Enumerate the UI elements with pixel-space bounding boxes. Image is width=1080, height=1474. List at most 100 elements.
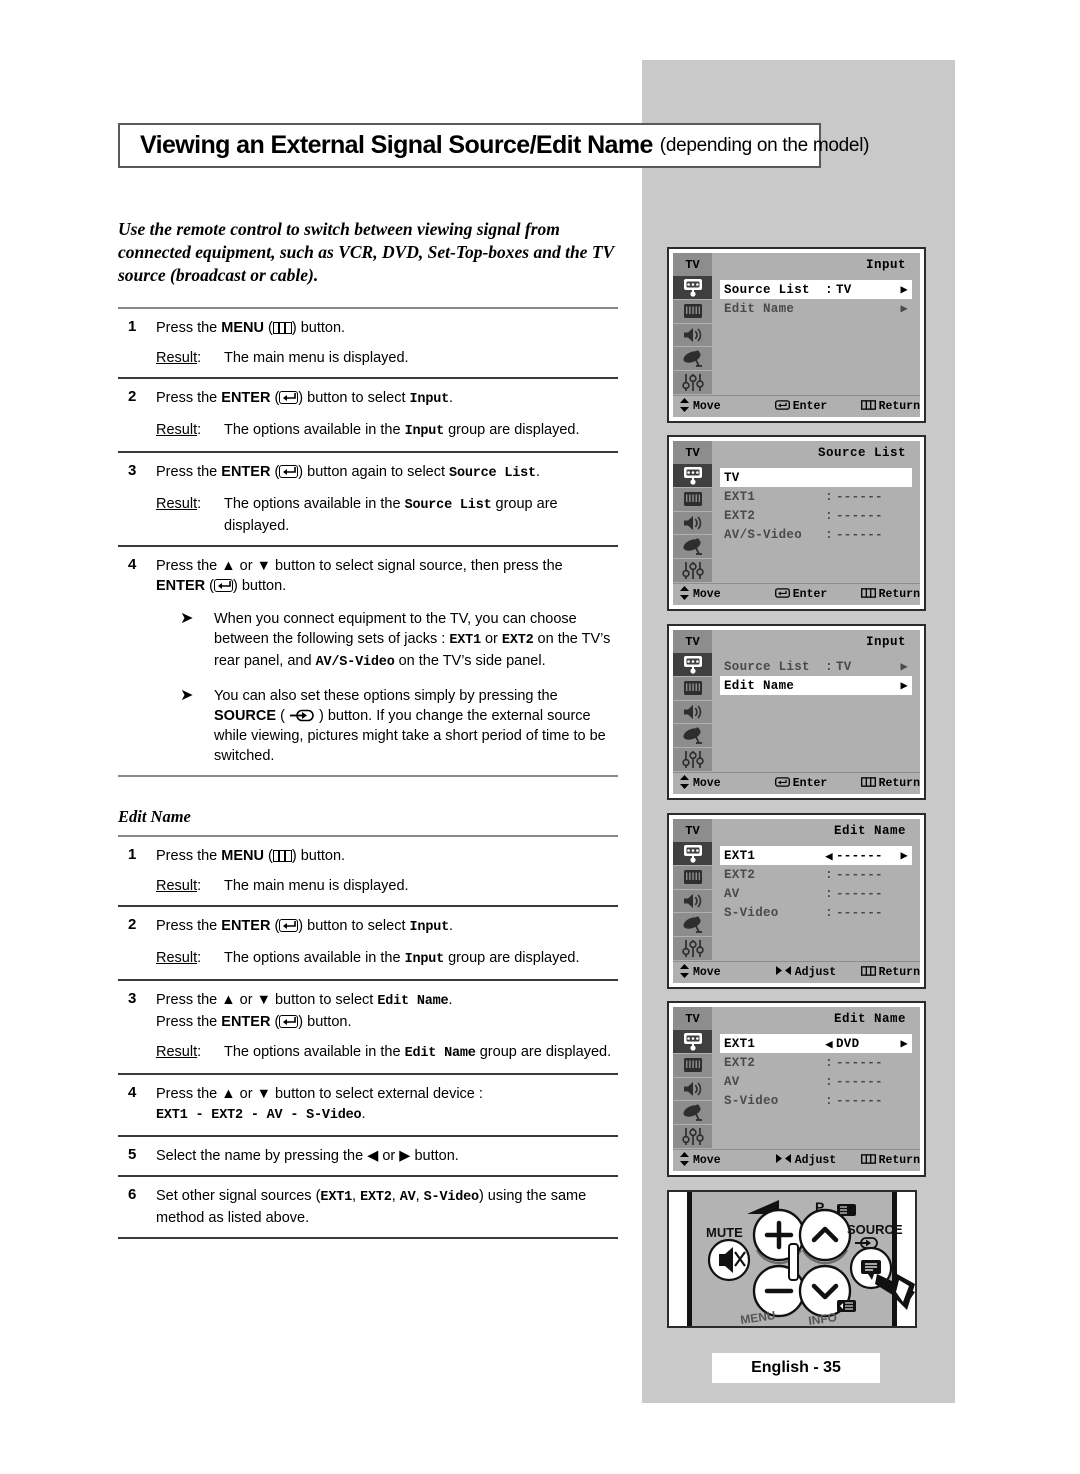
step-text: Press the ▲ or ▼ button to select extern… (156, 1086, 483, 1102)
step-text-tail: ) button to select (298, 918, 410, 934)
hint-return-label: Return (878, 400, 920, 413)
picture-icon[interactable] (673, 866, 712, 890)
hint-return: Return (860, 1153, 920, 1168)
chevron-right-icon: ▶ (900, 660, 908, 674)
tv-control-panel-illustration: MUTE P SOURCE MENU INFO (667, 1190, 917, 1328)
setup-sliders-icon[interactable] (673, 748, 712, 772)
picture-icon[interactable] (673, 300, 712, 324)
setup-sliders-icon[interactable] (673, 1125, 712, 1149)
picture-icon[interactable] (673, 488, 712, 512)
jack-name: AV (399, 1190, 416, 1205)
picture-icon[interactable] (673, 677, 712, 701)
setup-sliders-icon[interactable] (673, 371, 712, 395)
osd-footer-hints: Move Enter Return (673, 583, 920, 605)
step-text: Press the (156, 320, 222, 336)
step-number: 2 (128, 388, 137, 405)
osd-menu-row[interactable]: Source List: TV ▶ (720, 280, 912, 299)
osd-menu-row[interactable]: AV/S-Video: ------ (720, 525, 912, 544)
satellite-dish-icon[interactable] (673, 724, 712, 749)
result-text: The options available in the (224, 950, 405, 966)
button-name: MENU (221, 320, 264, 336)
menu-term: Input (409, 920, 450, 935)
step-number: 3 (128, 990, 137, 1007)
sound-icon[interactable] (673, 890, 712, 914)
chevron-right-icon: ▶ (900, 283, 908, 297)
osd-row-value: ------ (836, 886, 883, 901)
osd-screenshot: TV Edit Name EXT1 ◀ ------ ▶ EXT2: ------ AV: ---… (667, 813, 926, 989)
step-text-end: . (448, 992, 453, 1008)
setup-sliders-icon[interactable] (673, 937, 712, 961)
hint-move: Move (673, 774, 775, 793)
osd-menu-row[interactable]: Edit Name ▶ (720, 676, 912, 695)
input-source-icon[interactable] (673, 653, 712, 677)
step-item: 3 Press the ENTER () button again to sel… (118, 453, 618, 545)
osd-row-separator: : (825, 1055, 833, 1070)
result-label: Result (156, 350, 198, 366)
osd-menu-list: EXT1 ◀ ------ ▶ EXT2: ------ AV: ------ S-Video:… (712, 842, 920, 961)
osd-menu-row[interactable]: Edit Name ▶ (720, 299, 912, 318)
osd-menu-row[interactable]: EXT2: ------ (720, 1053, 912, 1072)
hint-mid-label: Enter (792, 777, 828, 790)
osd-icon-rail (673, 653, 712, 772)
button-name: ENTER (221, 464, 271, 480)
osd-footer-hints: Move Adjust Return (673, 961, 920, 983)
result-text-tail: group are displayed. (475, 1044, 612, 1060)
menu-icon (860, 587, 876, 602)
osd-tv-tab: TV (673, 1007, 712, 1030)
osd-title: Edit Name (833, 823, 906, 838)
osd-row-separator: : (825, 1074, 833, 1089)
osd-row-value: TV (836, 659, 852, 674)
satellite-dish-icon[interactable] (673, 347, 712, 372)
sound-icon[interactable] (673, 1078, 712, 1102)
osd-row-label: EXT2 (724, 1055, 756, 1070)
chevron-right-icon: ▶ (900, 1037, 908, 1051)
input-source-icon[interactable] (673, 464, 712, 488)
intro-paragraph: Use the remote control to switch between… (118, 219, 614, 285)
step-text-end: . (449, 390, 454, 406)
input-source-icon[interactable] (673, 842, 712, 866)
osd-menu-row[interactable]: S-Video: ------ (720, 903, 912, 922)
enter-icon (214, 579, 234, 592)
sound-icon[interactable] (673, 324, 712, 348)
sound-icon[interactable] (673, 701, 712, 725)
result-text: The options available in the (224, 496, 405, 512)
osd-menu-row[interactable]: EXT1 ◀ DVD ▶ (720, 1034, 912, 1053)
osd-menu-row[interactable]: EXT1 ◀ ------ ▶ (720, 846, 912, 865)
osd-menu-row[interactable]: EXT1: ------ (720, 487, 912, 506)
step-text-tail: ) button. (291, 848, 346, 864)
osd-screenshot: TV Input Source List: TV ▶ Edit Name ▶ Move Ente… (667, 247, 926, 423)
hint-return: Return (860, 587, 920, 602)
sound-icon[interactable] (673, 512, 712, 536)
osd-row-separator: : (825, 905, 833, 920)
divider (118, 775, 618, 777)
osd-menu-row[interactable]: TV (720, 468, 912, 487)
satellite-dish-icon[interactable] (673, 1101, 712, 1126)
osd-row-separator: : (825, 659, 833, 674)
step-text: Press the (156, 1014, 222, 1030)
hint-mid-label: Adjust (794, 1154, 837, 1167)
hint-mid-label: Adjust (794, 966, 837, 979)
step-item: 2 Press the ENTER () button to select In… (118, 379, 618, 451)
osd-row-separator: : (825, 886, 833, 901)
hint-move: Move (673, 963, 775, 982)
osd-menu-row[interactable]: EXT2: ------ (720, 506, 912, 525)
menu-icon (272, 322, 292, 334)
source-icon (289, 708, 315, 722)
setup-sliders-icon[interactable] (673, 559, 712, 583)
osd-menu-row[interactable]: Source List: TV ▶ (720, 657, 912, 676)
picture-icon[interactable] (673, 1054, 712, 1078)
enter-icon (774, 587, 790, 602)
input-source-icon[interactable] (673, 1030, 712, 1054)
up-down-arrows-icon (679, 774, 690, 793)
osd-menu-row[interactable]: S-Video: ------ (720, 1091, 912, 1110)
input-source-icon[interactable] (673, 276, 712, 300)
satellite-dish-icon[interactable] (673, 535, 712, 560)
chevron-right-icon: ▶ (900, 679, 908, 693)
osd-menu-row[interactable]: EXT2: ------ (720, 865, 912, 884)
osd-menu-row[interactable]: AV: ------ (720, 884, 912, 903)
osd-row-value: ------ (836, 905, 883, 920)
osd-menu-row[interactable]: AV: ------ (720, 1072, 912, 1091)
satellite-dish-icon[interactable] (673, 913, 712, 938)
result-row: Result: The options available in the Inp… (156, 950, 580, 967)
device-list: EXT1 - EXT2 - AV - S-Video (156, 1108, 362, 1123)
